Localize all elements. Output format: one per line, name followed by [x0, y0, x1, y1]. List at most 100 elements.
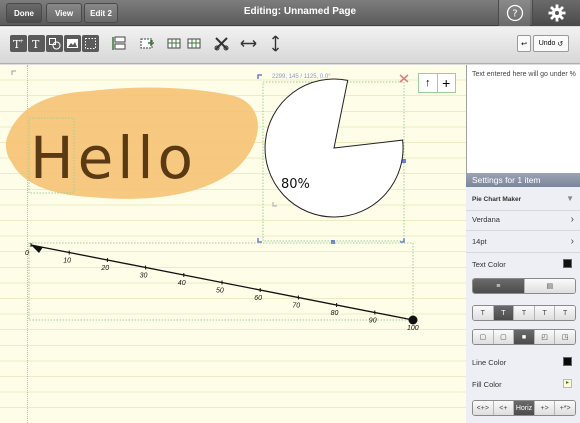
text-pos-option-4[interactable]: T [534, 306, 556, 320]
edit-button[interactable]: Edit 2 [84, 3, 118, 23]
border-option-2[interactable]: ▢ [493, 330, 515, 344]
add-slice-button[interactable]: + [438, 74, 456, 92]
fill-color-row[interactable]: Fill Color ▸ [466, 373, 580, 395]
undo-label: Undo [538, 40, 556, 47]
hello-text[interactable]: Hello [30, 124, 197, 192]
help-icon: ? [506, 4, 523, 22]
border-style-icon: ◰ [541, 334, 548, 341]
align-center-icon: ≡ [496, 282, 501, 290]
picture-tool-button[interactable] [64, 35, 81, 52]
text-pos-option-5[interactable]: T [555, 306, 575, 320]
tick-label: 80 [331, 310, 339, 317]
tick-label: 20 [100, 265, 109, 272]
table-button[interactable] [166, 35, 183, 52]
tick-label: 0 [25, 250, 29, 257]
size-row[interactable]: 14pt › [466, 231, 580, 253]
tick-label: 40 [178, 280, 186, 287]
shape-tool-button[interactable] [46, 35, 63, 52]
text-position-icon: T [563, 309, 568, 317]
table-icon [167, 38, 181, 49]
arrow-style-option[interactable]: <+> [473, 401, 494, 415]
handle-bottom-right[interactable] [400, 238, 405, 243]
horizontal-arrow-icon [240, 40, 257, 47]
stretch-vertical-button[interactable] [267, 35, 284, 52]
text-pos-option-1[interactable]: T [473, 306, 494, 320]
tick-label: 50 [216, 288, 224, 295]
line-color-swatch[interactable] [563, 357, 572, 366]
arrow-style-option[interactable]: Horiz [514, 401, 535, 415]
text-color-swatch[interactable] [563, 259, 572, 268]
chevron-right-icon: › [570, 236, 574, 247]
stretch-horizontal-button[interactable] [240, 35, 257, 52]
settings-header: Settings for 1 item [466, 173, 580, 187]
number-line-arrowhead [31, 245, 43, 253]
text-tool-button[interactable]: T + [10, 35, 27, 52]
align-icon [112, 36, 126, 50]
up-arrow-icon: ↑ [425, 77, 431, 89]
help-button[interactable]: ? [498, 0, 530, 26]
handle-top-left[interactable] [257, 74, 262, 79]
move-up-button[interactable]: ↑ [419, 74, 438, 92]
border-style-icon: ▢ [500, 334, 507, 341]
undo-button[interactable]: Undo ↺ [533, 35, 569, 52]
toolbar: T + T ↩ Undo ↺ [0, 27, 580, 64]
pie-controls: ↑ + [418, 73, 456, 93]
maker-row[interactable]: Pie Chart Maker ▼ [466, 189, 580, 211]
text-button[interactable]: T [28, 35, 45, 52]
tick-label: 10 [63, 258, 71, 265]
tick-label: 100 [407, 325, 419, 332]
handle-right[interactable] [402, 159, 406, 163]
border-option-4[interactable]: ◰ [534, 330, 556, 344]
font-label: Verdana [472, 215, 500, 224]
text-position-icon: T [542, 309, 547, 317]
border-style-segment: ▢ ▢ ■ ◰ ◳ [472, 329, 576, 345]
view-button[interactable]: View [46, 3, 82, 23]
pie-chart-slice[interactable] [264, 78, 404, 218]
border-option-5[interactable]: ◳ [555, 330, 575, 344]
arrow-style-option[interactable]: +> [534, 401, 556, 415]
arrow-style-option[interactable]: <+ [493, 401, 515, 415]
border-option-1[interactable]: ▢ [473, 330, 494, 344]
fill-color-label: Fill Color [472, 379, 502, 389]
text-pos-option-2[interactable]: T [493, 306, 515, 320]
align-button[interactable] [111, 35, 128, 52]
dotted-box-button[interactable] [82, 35, 99, 52]
align-block-option[interactable]: ▤ [524, 279, 575, 293]
corner-mark [11, 70, 16, 75]
top-bar: Done View Edit 2 Editing: Unnamed Page ? [0, 0, 580, 26]
note-text[interactable]: Text entered here will go under % [472, 70, 576, 80]
tick-label: 90 [369, 318, 377, 325]
text-position-icon: T [501, 309, 506, 317]
fill-color-swatch[interactable]: ▸ [563, 379, 572, 388]
text-color-row[interactable]: Text Color [466, 253, 580, 275]
redo-button[interactable]: ↩ [517, 35, 531, 52]
align-center-option[interactable]: ≡ [473, 279, 525, 293]
done-button[interactable]: Done [6, 3, 42, 23]
pie-percent-label: 80% [281, 177, 310, 192]
page-title: Editing: Unnamed Page [243, 6, 357, 17]
line-color-row[interactable]: Line Color [466, 351, 580, 373]
delete-icon[interactable] [399, 74, 409, 83]
svg-text:T: T [32, 38, 40, 50]
gear-icon [548, 4, 565, 22]
number-line-ticks: 0 10 20 30 40 50 60 70 80 90 100 [25, 243, 419, 332]
undo-icon: ↺ [557, 40, 564, 48]
tools-button[interactable] [213, 35, 230, 52]
settings-button[interactable] [532, 0, 580, 26]
border-style-icon: ◳ [561, 334, 569, 341]
text-position-icon: T [480, 309, 485, 317]
tick-label: 30 [140, 273, 148, 280]
vertical-arrow-icon [272, 35, 279, 52]
insert-button[interactable] [139, 35, 156, 52]
chevron-right-icon: › [570, 214, 574, 225]
border-option-3[interactable]: ■ [514, 330, 535, 344]
text-pos-option-3[interactable]: T [514, 306, 535, 320]
arrow-style-option[interactable]: +*> [555, 401, 575, 415]
font-row[interactable]: Verdana › [466, 209, 580, 231]
text-color-label: Text Color [472, 259, 506, 269]
text-position-segment: T T T T T [472, 305, 576, 321]
handle-bottom-left[interactable] [257, 238, 262, 243]
table-edit-button[interactable] [186, 35, 203, 52]
block-icon: ▤ [546, 283, 554, 290]
page-canvas[interactable]: Hello 2299, 145 / 1125, 0.0° 80% 0 10 20 30… [0, 65, 466, 423]
